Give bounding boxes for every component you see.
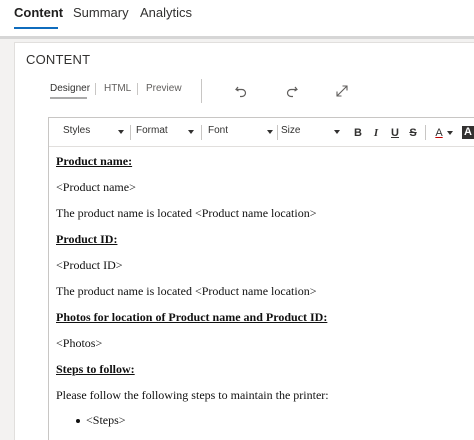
toolbar-separator <box>201 125 202 140</box>
chevron-down-icon <box>188 130 194 134</box>
view-tab-preview[interactable]: Preview <box>146 83 182 94</box>
product-name-placeholder: <Product name> <box>56 180 136 194</box>
tab-analytics[interactable]: Analytics <box>140 5 192 20</box>
chevron-down-icon <box>118 130 124 134</box>
product-id-location: The product name is located <Product nam… <box>56 284 317 298</box>
heading-steps: Steps to follow: <box>56 362 135 376</box>
toolbar-separator <box>277 125 278 140</box>
chevron-down-icon <box>334 130 340 134</box>
view-tab-indicator <box>50 97 87 99</box>
top-tab-bar: Content Summary Analytics <box>0 0 474 36</box>
list-item: <Steps> <box>86 413 126 427</box>
content-card: CONTENT Designer HTML Preview Styles For… <box>14 42 474 440</box>
toolbar-separator <box>130 125 131 140</box>
chevron-down-icon[interactable] <box>447 131 453 135</box>
strikethrough-button[interactable]: S <box>406 125 420 141</box>
toolbar-separator <box>425 125 426 140</box>
heading-photos: Photos for location of Product name and … <box>56 310 328 324</box>
size-dropdown[interactable]: Size <box>281 125 341 141</box>
font-color-button[interactable]: A <box>432 125 446 141</box>
photos-placeholder: <Photos> <box>56 336 103 350</box>
italic-button[interactable]: I <box>369 125 383 141</box>
section-title: CONTENT <box>26 52 91 67</box>
view-tab-designer[interactable]: Designer <box>50 83 90 94</box>
view-separator <box>137 83 138 95</box>
active-tab-indicator <box>14 27 58 29</box>
tab-summary[interactable]: Summary <box>73 5 129 20</box>
font-dropdown[interactable]: Font <box>208 125 274 141</box>
rich-text-editor[interactable]: Styles Format Font Size B I U S A A Prod… <box>48 117 474 440</box>
font-dropdown-label: Font <box>208 125 229 136</box>
product-id-placeholder: <Product ID> <box>56 258 123 272</box>
steps-intro: Please follow the following steps to mai… <box>56 388 329 402</box>
tab-content[interactable]: Content <box>14 5 63 20</box>
redo-icon[interactable] <box>282 81 302 101</box>
size-dropdown-label: Size <box>281 125 301 136</box>
toolbar-separator <box>201 79 202 103</box>
heading-product-id: Product ID: <box>56 232 118 246</box>
view-tab-html[interactable]: HTML <box>104 83 131 94</box>
bold-button[interactable]: B <box>351 125 365 141</box>
format-dropdown[interactable]: Format <box>136 125 196 141</box>
highlight-color-button[interactable]: A <box>462 126 474 139</box>
format-dropdown-label: Format <box>136 125 168 136</box>
chevron-down-icon <box>267 130 273 134</box>
styles-dropdown-label: Styles <box>63 125 91 136</box>
bullet-icon <box>76 419 80 423</box>
editor-toolbar: Styles Format Font Size B I U S A A <box>49 118 474 147</box>
underline-button[interactable]: U <box>388 125 402 141</box>
product-name-location: The product name is located <Product nam… <box>56 206 317 220</box>
undo-icon[interactable] <box>231 81 251 101</box>
styles-dropdown[interactable]: Styles <box>63 125 125 141</box>
expand-icon[interactable] <box>332 81 352 101</box>
view-separator <box>95 83 96 95</box>
heading-product-name: Product name: <box>56 154 133 168</box>
